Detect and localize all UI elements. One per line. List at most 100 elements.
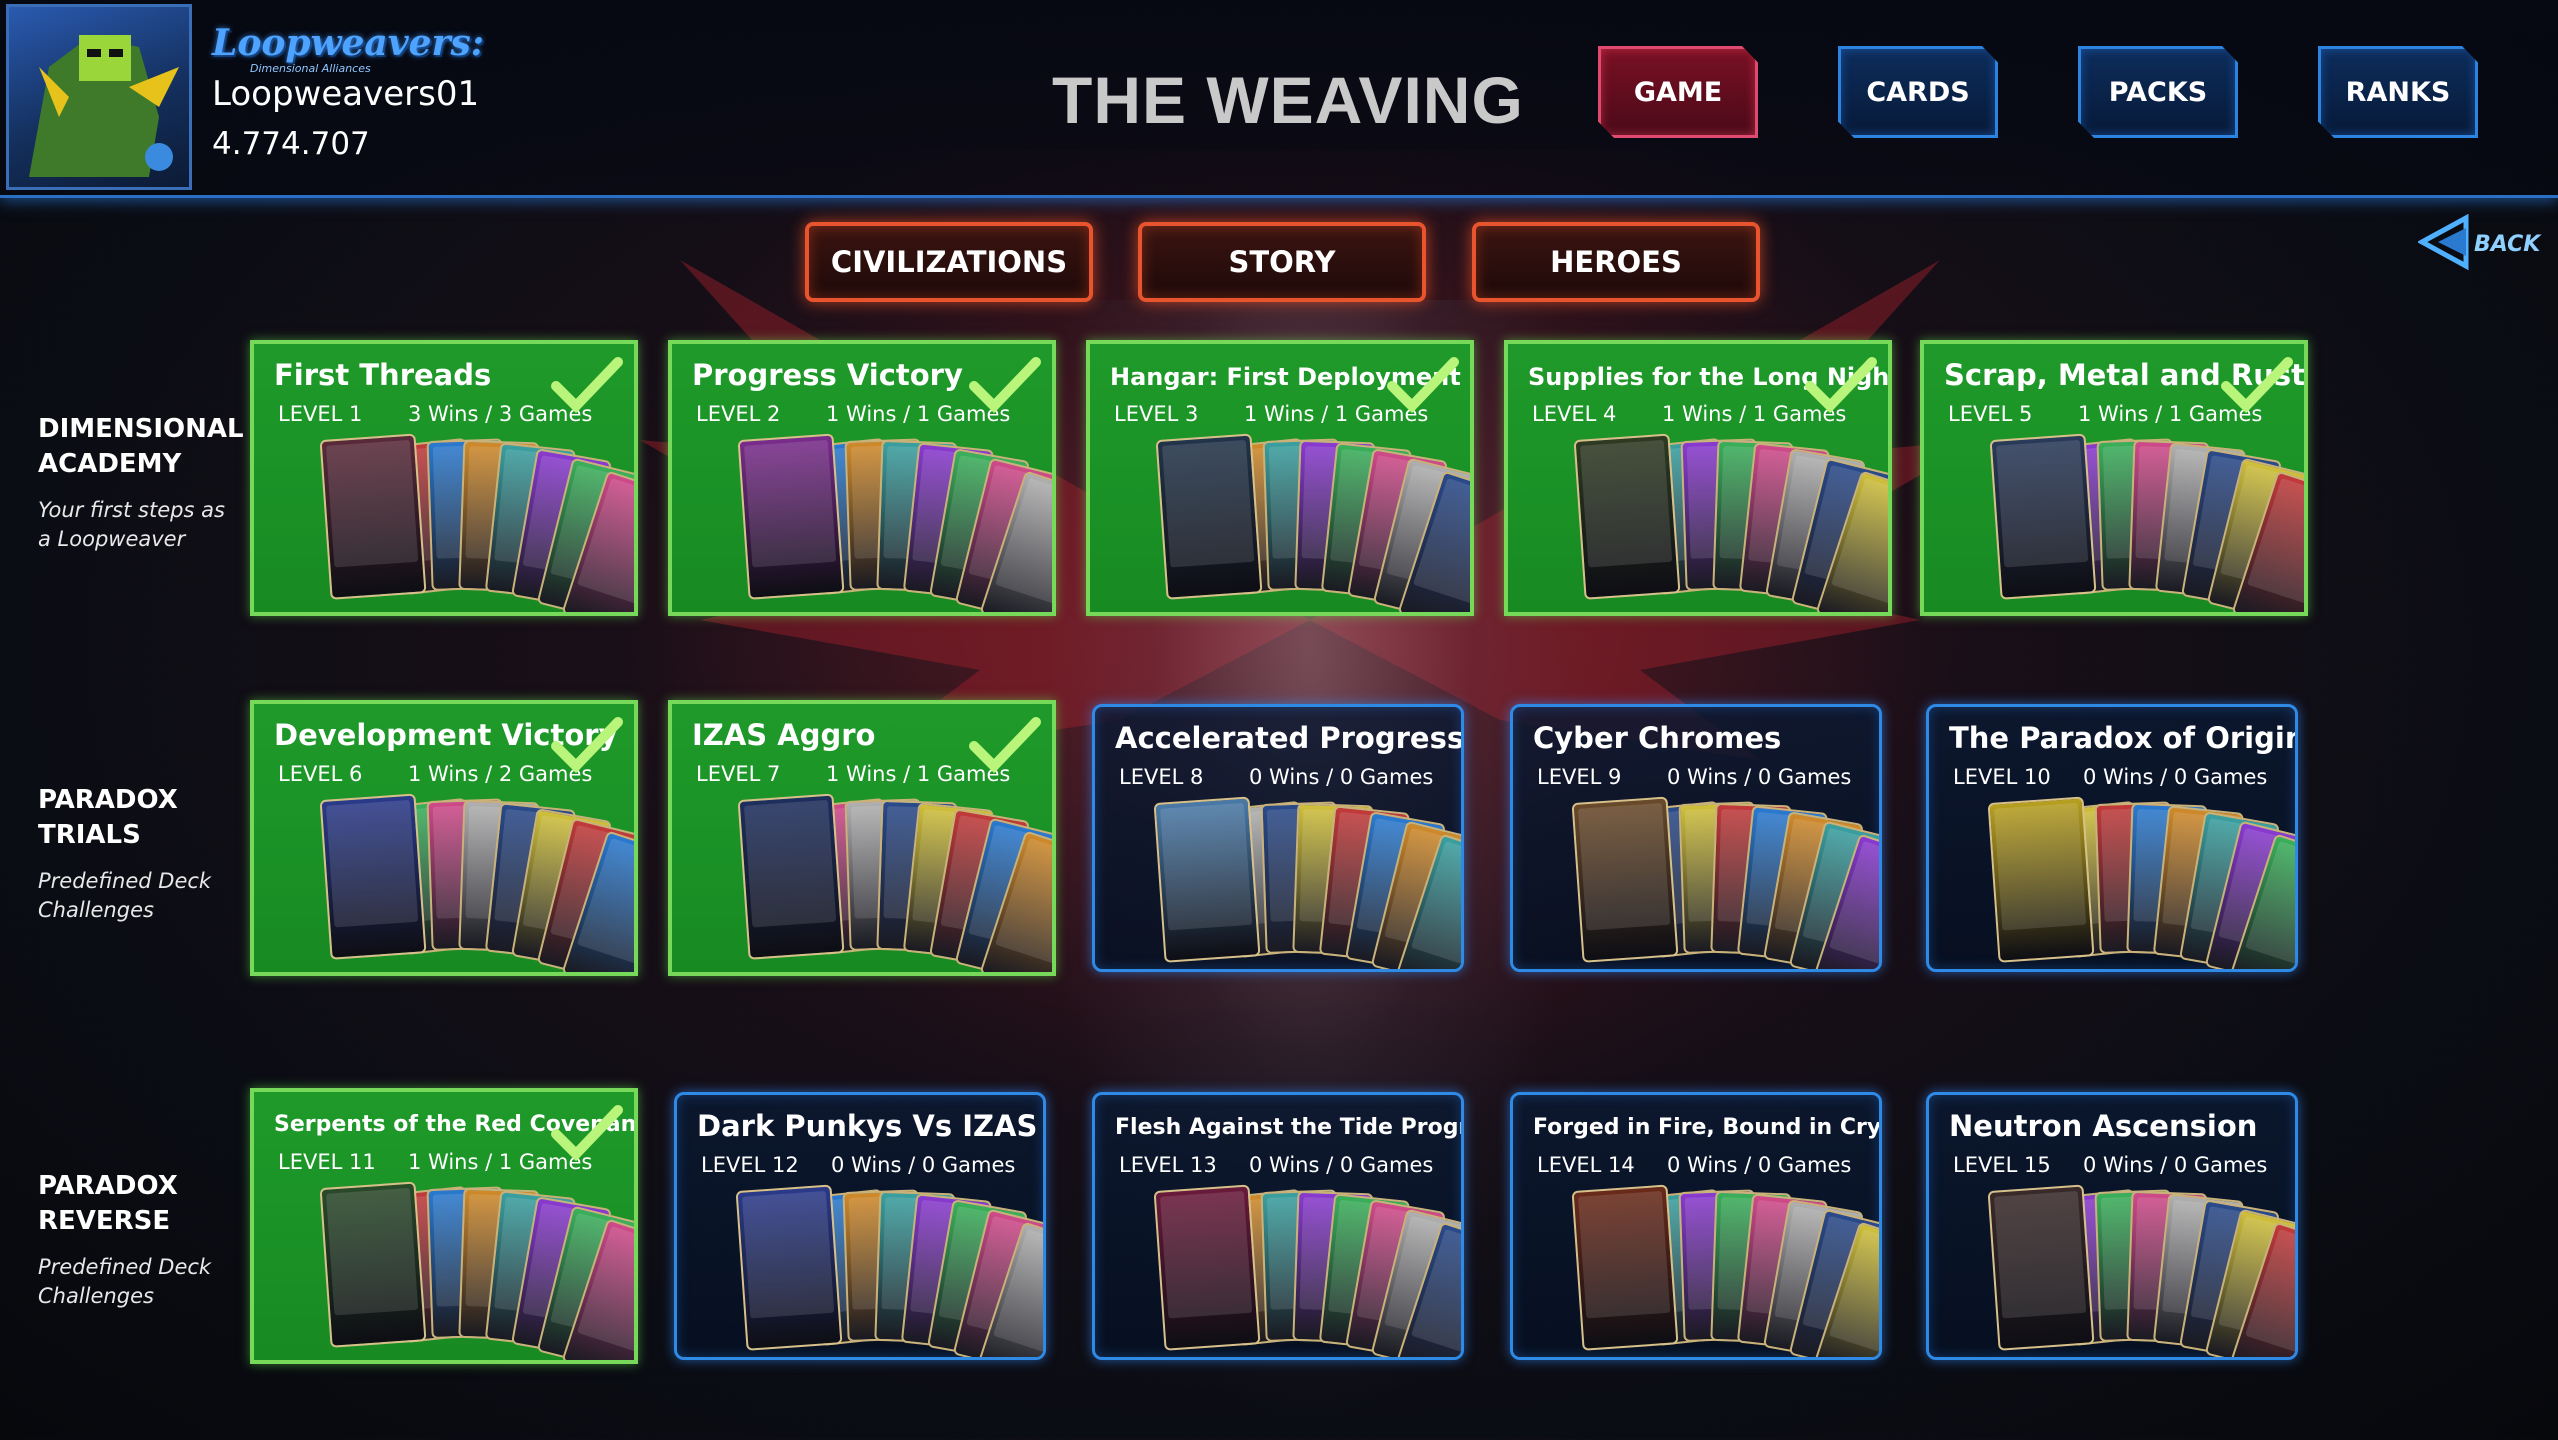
top-bar: Loopweavers: Dimensional Alliances Loopw… (0, 0, 2558, 198)
nav-packs-button[interactable]: PACKS (2078, 46, 2238, 138)
level-record: 0 Wins / 0 Games (1667, 1153, 1852, 1177)
level-number: LEVEL 10 (1953, 765, 2051, 789)
checkmark-icon (1387, 357, 1459, 414)
row-label-paradox-trials: PARADOX TRIALS Predefined Deck Challenge… (38, 783, 238, 925)
deck-card-fan (319, 793, 634, 972)
level-tile-6[interactable]: Development Victory LEVEL 61 Wins / 2 Gam… (250, 700, 638, 976)
player-score: 4.774.707 (212, 126, 370, 162)
level-number: LEVEL 1 (278, 402, 363, 426)
level-record: 0 Wins / 0 Games (1249, 1153, 1434, 1177)
level-record: 0 Wins / 0 Games (2083, 765, 2268, 789)
row-title: PARADOX TRIALS (38, 785, 178, 850)
game-logo: Loopweavers: (212, 22, 485, 64)
level-number: LEVEL 13 (1119, 1153, 1217, 1177)
deck-card-fan (737, 793, 1052, 972)
level-number: LEVEL 15 (1953, 1153, 2051, 1177)
level-name: Dark Punkys Vs IZAS (697, 1109, 1038, 1143)
level-name: Progress Victory (692, 358, 963, 392)
level-tile-11[interactable]: Serpents of the Red Covenant LEVEL 11 1 Wi… (250, 1088, 638, 1364)
level-tile-10[interactable]: The Paradox of Origin LEVEL 10 0 Wins / 0 … (1926, 704, 2298, 972)
level-tile-7[interactable]: IZAS Aggro LEVEL 71 Wins / 1 Games (668, 700, 1056, 976)
level-tile-12[interactable]: Dark Punkys Vs IZAS LEVEL 12 0 Wins / 0 Ga… (674, 1092, 1046, 1360)
checkmark-icon (551, 357, 623, 414)
level-tile-14[interactable]: Forged in Fire, Bound in Crystal LEVEL 14… (1510, 1092, 1882, 1360)
row-subtitle: Your first steps as a Loopweaver (38, 498, 225, 551)
hero-card (1571, 796, 1679, 963)
checkmark-icon (551, 1105, 623, 1162)
hero-card (1573, 433, 1681, 600)
level-tile-3[interactable]: Hangar: First Deployment LEVEL 31 Wins / … (1086, 340, 1474, 616)
tab-heroes[interactable]: HEROES (1472, 222, 1760, 302)
level-name: Forged in Fire, Bound in Crystal (1533, 1115, 1882, 1140)
level-tile-1[interactable]: First Threads LEVEL 13 Wins / 3 Games (250, 340, 638, 616)
hero-card (737, 433, 845, 600)
deck-card-fan (1989, 433, 2304, 612)
level-number: LEVEL 9 (1537, 765, 1622, 789)
level-number: LEVEL 3 (1114, 402, 1199, 426)
hero-card (1153, 796, 1261, 963)
deck-card-fan (737, 433, 1052, 612)
level-name: Neutron Ascension (1949, 1109, 2258, 1143)
deck-card-fan (1155, 433, 1470, 612)
level-tile-4[interactable]: Supplies for the Long Night LEVEL 41 Wins… (1504, 340, 1892, 616)
nav-ranks-button[interactable]: RANKS (2318, 46, 2478, 138)
level-tile-15[interactable]: Neutron Ascension LEVEL 15 0 Wins / 0 Game… (1926, 1092, 2298, 1360)
hero-card (735, 1184, 843, 1351)
alien-hero-avatar-icon (29, 35, 179, 177)
deck-card-fan (735, 1184, 1043, 1357)
level-name: Flesh Against the Tide Progress (1115, 1115, 1461, 1140)
deck-card-fan (1987, 796, 2295, 969)
row-label-dimensional-academy: DIMENSIONAL ACADEMY Your first steps as … (38, 412, 244, 554)
level-number: LEVEL 2 (696, 402, 781, 426)
row-title: DIMENSIONAL ACADEMY (38, 414, 244, 479)
deck-card-fan (1571, 1184, 1879, 1357)
hero-card (1155, 433, 1263, 600)
deck-card-fan (1153, 1184, 1461, 1357)
level-number: LEVEL 14 (1537, 1153, 1635, 1177)
hero-card (737, 793, 845, 960)
deck-card-fan (319, 433, 634, 612)
checkmark-icon (1805, 357, 1877, 414)
tab-civilizations[interactable]: CIVILIZATIONS (805, 222, 1093, 302)
deck-card-fan (1987, 1184, 2295, 1357)
deck-card-fan (1573, 433, 1888, 612)
hero-card (319, 433, 427, 600)
hero-card (1987, 1184, 2095, 1351)
level-name: Accelerated Progress (1115, 721, 1464, 755)
level-name: Cyber Chromes (1533, 721, 1782, 755)
hero-card (1571, 1184, 1679, 1351)
level-record: 0 Wins / 0 Games (1249, 765, 1434, 789)
hero-card (319, 1181, 427, 1348)
level-number: LEVEL 5 (1948, 402, 2033, 426)
level-number: LEVEL 12 (701, 1153, 799, 1177)
level-number: LEVEL 6 (278, 762, 363, 786)
level-tile-5[interactable]: Scrap, Metal and Rust LEVEL 51 Wins / 1 G… (1920, 340, 2308, 616)
page-title: THE WEAVING (1052, 63, 1524, 137)
checkmark-icon (551, 717, 623, 774)
player-avatar[interactable] (6, 4, 192, 190)
level-tile-8[interactable]: Accelerated Progress LEVEL 8 0 Wins / 0 Ga… (1092, 704, 1464, 972)
nav-game-button[interactable]: GAME (1598, 46, 1758, 138)
level-name: First Threads (274, 358, 492, 392)
back-label[interactable]: BACK (2474, 232, 2540, 257)
level-record: 0 Wins / 0 Games (1667, 765, 1852, 789)
level-record: 0 Wins / 0 Games (831, 1153, 1016, 1177)
checkmark-icon (969, 717, 1041, 774)
hero-card (319, 793, 427, 960)
level-tile-9[interactable]: Cyber Chromes LEVEL 9 0 Wins / 0 Games (1510, 704, 1882, 972)
row-subtitle: Predefined Deck Challenges (38, 1255, 212, 1308)
hero-card (1153, 1184, 1261, 1351)
level-tile-13[interactable]: Flesh Against the Tide Progress LEVEL 13 0… (1092, 1092, 1464, 1360)
tab-story[interactable]: STORY (1138, 222, 1426, 302)
level-tile-2[interactable]: Progress Victory LEVEL 21 Wins / 1 Games (668, 340, 1056, 616)
level-number: LEVEL 7 (696, 762, 781, 786)
checkmark-icon (969, 357, 1041, 414)
level-record: 0 Wins / 0 Games (2083, 1153, 2268, 1177)
hero-card (1987, 796, 2095, 963)
hero-card (1989, 433, 2097, 600)
level-name: The Paradox of Origin (1949, 721, 2298, 755)
row-title: PARADOX REVERSE (38, 1171, 178, 1236)
level-number: LEVEL 11 (278, 1150, 376, 1174)
nav-cards-button[interactable]: CARDS (1838, 46, 1998, 138)
deck-card-fan (319, 1181, 634, 1360)
